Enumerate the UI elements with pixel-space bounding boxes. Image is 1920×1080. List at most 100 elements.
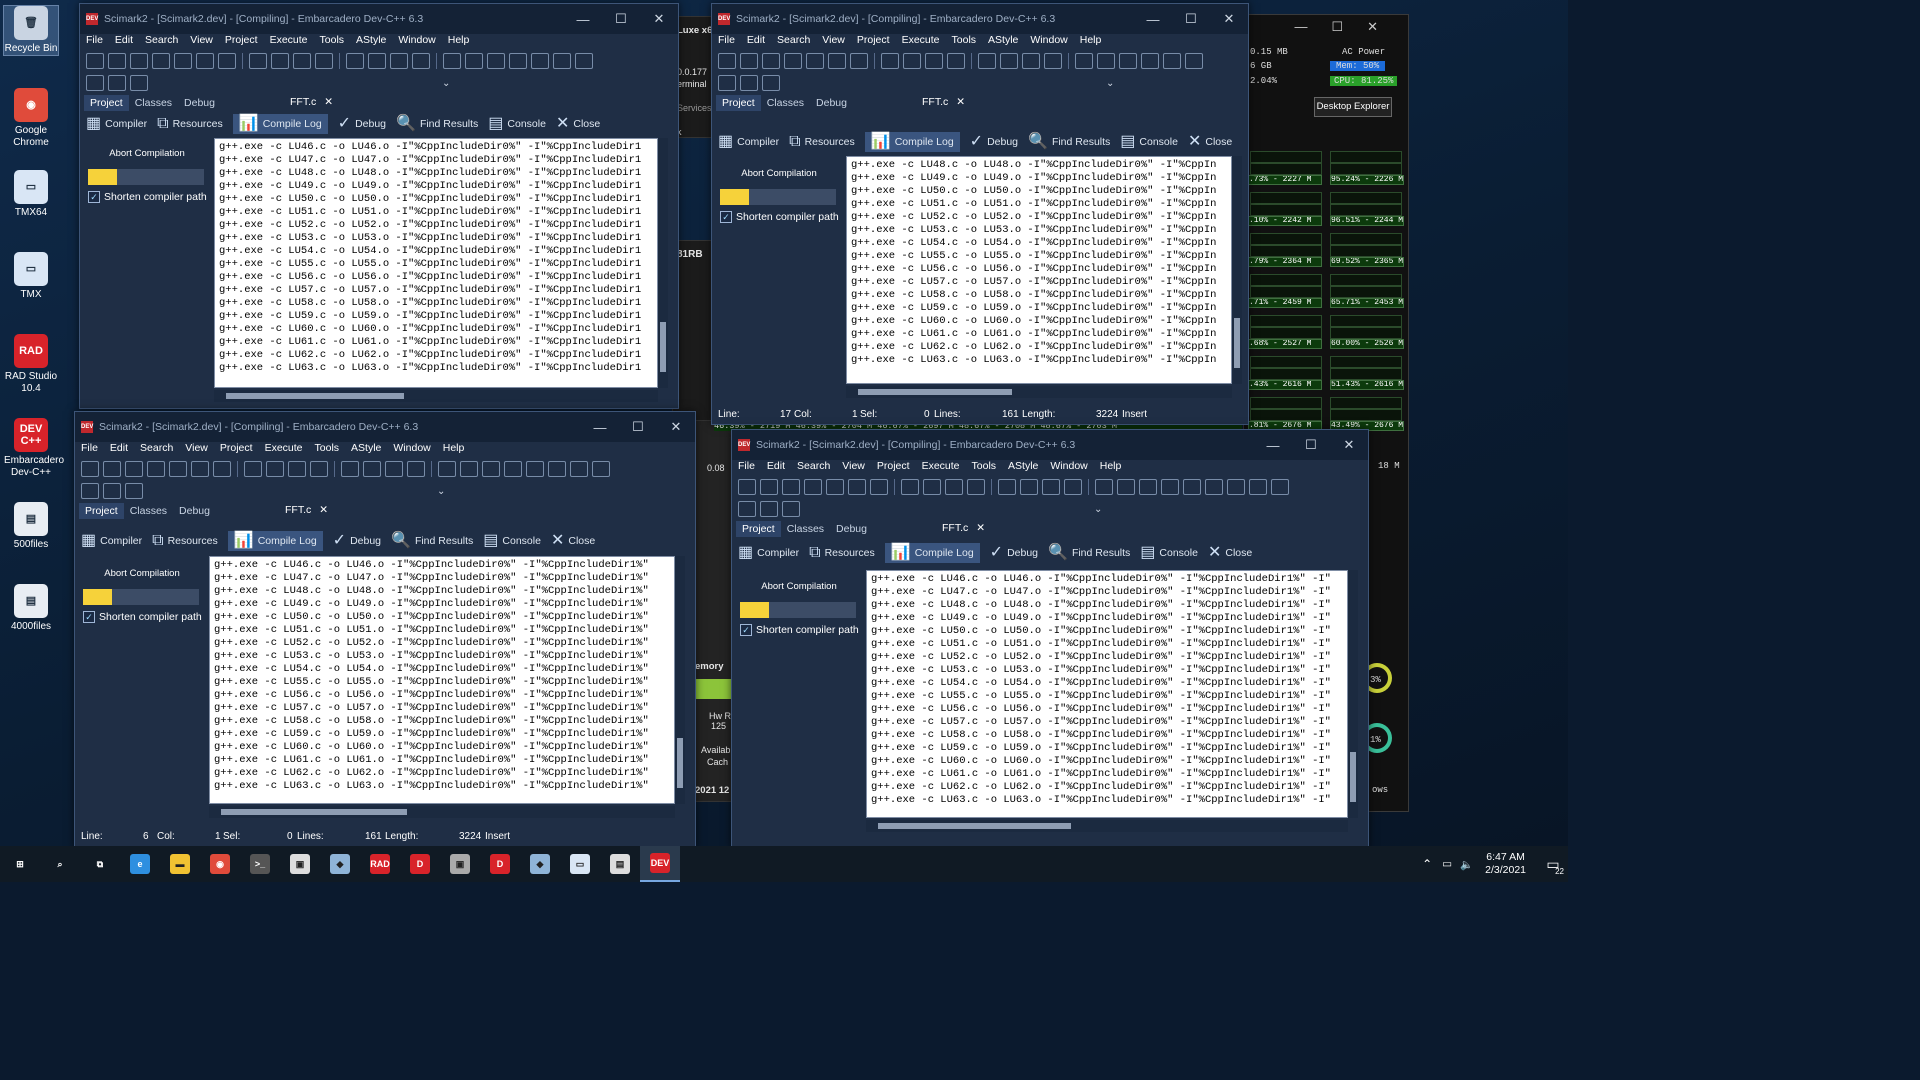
- shorten-compiler-path-checkbox[interactable]: ✓ Shorten compiler path: [83, 611, 205, 623]
- toolbar-button[interactable]: [407, 461, 425, 477]
- toolbar-button[interactable]: [903, 53, 921, 69]
- menu-tools[interactable]: Tools: [952, 32, 977, 49]
- desktop-icon-recycle-bin[interactable]: 🗑 Recycle Bin: [3, 5, 59, 56]
- panel-tab-console[interactable]: ▤ Console: [483, 533, 541, 549]
- toolbar-button[interactable]: [1227, 479, 1245, 495]
- toolbar-button[interactable]: [288, 461, 306, 477]
- scrollbar-thumb[interactable]: [1350, 752, 1356, 802]
- toolbar-button[interactable]: [782, 501, 800, 517]
- toolbar-button[interactable]: [1183, 479, 1201, 495]
- tab-classes[interactable]: Classes: [129, 95, 178, 111]
- menu-view[interactable]: View: [842, 458, 865, 475]
- toolbar-button[interactable]: [130, 75, 148, 91]
- toolbar-button[interactable]: [925, 53, 943, 69]
- menu-view[interactable]: View: [185, 440, 208, 457]
- log-horizontal-scrollbar[interactable]: [214, 390, 658, 402]
- toolbar-button[interactable]: [86, 53, 104, 69]
- desktop-explorer-button[interactable]: Desktop Explorer: [1314, 97, 1392, 117]
- menu-search[interactable]: Search: [797, 458, 830, 475]
- window-maximize-button[interactable]: ☐: [619, 419, 657, 435]
- devcpp-window-2[interactable]: DEV Scimark2 - [Scimark2.dev] - [Compilin…: [711, 3, 1249, 425]
- tab-project[interactable]: Project: [79, 503, 124, 519]
- compile-log-output[interactable]: g++.exe -c LU48.c -o LU48.o -I"%CppInclu…: [846, 156, 1232, 384]
- toolbar-button[interactable]: [103, 483, 121, 499]
- toolbar-button[interactable]: [923, 479, 941, 495]
- menu-help[interactable]: Help: [1100, 458, 1122, 475]
- menu-window[interactable]: Window: [393, 440, 430, 457]
- menu-window[interactable]: Window: [1050, 458, 1087, 475]
- menu-execute[interactable]: Execute: [922, 458, 960, 475]
- toolbar-button[interactable]: [1163, 53, 1181, 69]
- log-vertical-scrollbar[interactable]: [675, 556, 685, 804]
- toolbar-button[interactable]: [806, 53, 824, 69]
- toolbar-button[interactable]: [310, 461, 328, 477]
- tab-classes[interactable]: Classes: [761, 95, 810, 111]
- log-horizontal-scrollbar[interactable]: [209, 806, 675, 818]
- toolbar-button[interactable]: [249, 53, 267, 69]
- tab-classes[interactable]: Classes: [781, 521, 830, 537]
- toolbar-button[interactable]: [1249, 479, 1267, 495]
- toolbar-button[interactable]: [1119, 53, 1137, 69]
- toolbar-button[interactable]: [341, 461, 359, 477]
- log-horizontal-scrollbar[interactable]: [866, 820, 1348, 832]
- panel-tab-debug[interactable]: ✓ Debug: [338, 116, 386, 132]
- panel-tab-compiler[interactable]: ▦ Compiler: [718, 134, 779, 150]
- taskbar-notepad[interactable]: ▤: [600, 846, 640, 882]
- editor-tab-close-icon[interactable]: ✕: [956, 96, 965, 108]
- menu-help[interactable]: Help: [1080, 32, 1102, 49]
- panel-tab-compile-log[interactable]: 📊 Compile Log: [232, 114, 328, 134]
- toolbar-button[interactable]: [570, 461, 588, 477]
- toolbar-button[interactable]: [1097, 53, 1115, 69]
- menu-file[interactable]: File: [81, 440, 98, 457]
- menu-execute[interactable]: Execute: [270, 32, 308, 49]
- toolbar-button[interactable]: [81, 461, 99, 477]
- toolbar-button[interactable]: [947, 53, 965, 69]
- shorten-compiler-path-checkbox[interactable]: ✓ Shorten compiler path: [720, 211, 842, 223]
- abort-compilation-button[interactable]: Abort Compilation: [716, 168, 842, 179]
- window-titlebar[interactable]: DEV Scimark2 - [Scimark2.dev] - [Compilin…: [80, 4, 678, 34]
- compile-log-output[interactable]: g++.exe -c LU46.c -o LU46.o -I"%CppInclu…: [866, 570, 1348, 818]
- toolbar-button[interactable]: [850, 53, 868, 69]
- toolbar-button[interactable]: [191, 461, 209, 477]
- panel-tab-resources[interactable]: ⧉ Resources: [789, 134, 855, 150]
- toolbar-button[interactable]: [81, 483, 99, 499]
- menu-edit[interactable]: Edit: [747, 32, 765, 49]
- toolbar-button[interactable]: [1161, 479, 1179, 495]
- taskbar-file-explorer[interactable]: ▬: [160, 846, 200, 882]
- toolbar-button[interactable]: [385, 461, 403, 477]
- panel-tab-find-results[interactable]: 🔍 Find Results: [1048, 545, 1130, 561]
- toolbar-button[interactable]: [487, 53, 505, 69]
- toolbar-button[interactable]: [1141, 53, 1159, 69]
- toolbar-dropdown-chevron-icon[interactable]: ⌄: [437, 486, 445, 497]
- panel-tab-compiler[interactable]: ▦ Compiler: [738, 545, 799, 561]
- toolbar-button[interactable]: [782, 479, 800, 495]
- panel-tab-find-results[interactable]: 🔍 Find Results: [391, 533, 473, 549]
- panel-tab-close[interactable]: ✕ Close: [1208, 545, 1252, 561]
- window-minimize-button[interactable]: —: [1134, 12, 1172, 27]
- toolbar-button[interactable]: [575, 53, 593, 69]
- devcpp-window-4[interactable]: DEV Scimark2 - [Scimark2.dev] - [Compilin…: [731, 429, 1369, 849]
- menu-astyle[interactable]: AStyle: [351, 440, 381, 457]
- menu-edit[interactable]: Edit: [110, 440, 128, 457]
- tab-project[interactable]: Project: [84, 95, 129, 111]
- menu-project[interactable]: Project: [225, 32, 258, 49]
- toolbar-button[interactable]: [1000, 53, 1018, 69]
- shorten-compiler-path-checkbox[interactable]: ✓ Shorten compiler path: [740, 624, 862, 636]
- notification-center-button[interactable]: ▭ 22: [1538, 846, 1568, 882]
- toolbar-button[interactable]: [738, 501, 756, 517]
- panel-tab-find-results[interactable]: 🔍 Find Results: [1028, 134, 1110, 150]
- toolbar-button[interactable]: [443, 53, 461, 69]
- toolbar-dropdown-chevron-icon[interactable]: ⌄: [442, 78, 450, 89]
- editor-tab-fft[interactable]: FFT.c ✕: [922, 96, 965, 108]
- tab-project[interactable]: Project: [736, 521, 781, 537]
- taskbar-app-a[interactable]: ▣: [280, 846, 320, 882]
- tab-debug[interactable]: Debug: [178, 95, 221, 111]
- menu-execute[interactable]: Execute: [902, 32, 940, 49]
- editor-tab-close-icon[interactable]: ✕: [324, 96, 333, 108]
- toolbar-button[interactable]: [86, 75, 104, 91]
- tray-volume-icon[interactable]: 🔈: [1460, 858, 1473, 871]
- desktop-icon-4000files[interactable]: ▤ 4000files: [4, 584, 58, 633]
- window-close-button[interactable]: ✕: [1210, 11, 1248, 27]
- window-titlebar[interactable]: DEV Scimark2 - [Scimark2.dev] - [Compilin…: [732, 430, 1368, 460]
- panel-tab-debug[interactable]: ✓ Debug: [990, 545, 1038, 561]
